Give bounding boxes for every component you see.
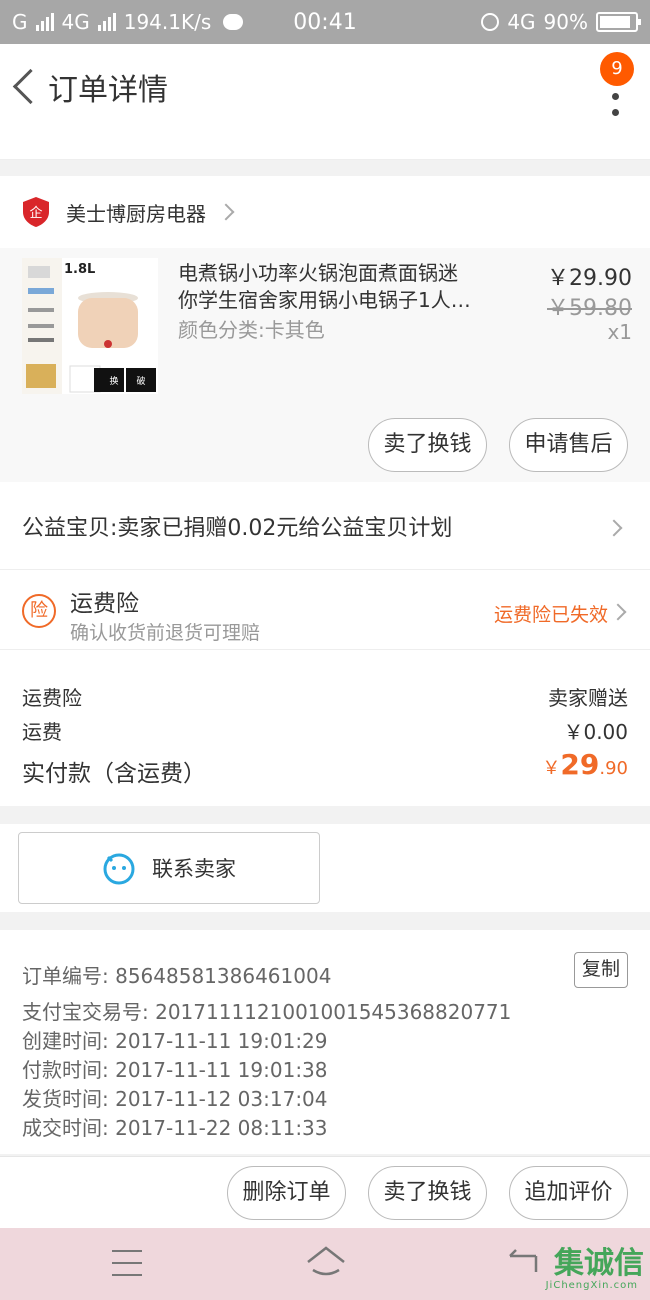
fee-row-total: 实付款（含运费） ￥29.90 <box>22 748 628 788</box>
product-sku: 颜色分类:卡其色 <box>178 318 325 342</box>
back-nav-icon[interactable] <box>506 1248 542 1278</box>
product-quantity: x1 <box>607 320 632 344</box>
paid-time: 付款时间: 2017-11-11 19:01:38 <box>22 1058 328 1082</box>
order-info: 订单编号: 85648581386461004 复制 支付宝交易号: 20171… <box>0 930 650 1154</box>
fee-label: 运费险 <box>22 686 82 710</box>
shop-name: 美士博厨房电器 <box>66 201 206 226</box>
home-icon[interactable] <box>305 1244 347 1280</box>
top-nav: 订单详情 9 <box>0 44 650 130</box>
delete-order-button[interactable]: 删除订单 <box>227 1166 346 1220</box>
chat-icon <box>223 14 244 30</box>
fee-row-insurance: 运费险 卖家赠送 <box>22 682 628 711</box>
contact-seller-label: 联系卖家 <box>152 857 236 881</box>
contact-section: 联系卖家 <box>0 824 650 912</box>
order-item[interactable]: 换 破 1.8L 电煮锅小功率火锅泡面煮面锅迷 你学生宿舍家用锅小电锅子1人… … <box>0 248 650 482</box>
chevron-right-icon <box>605 519 623 537</box>
watermark-domain: JiChengXin.com <box>545 1280 638 1291</box>
insurance-icon: 险 <box>22 594 56 628</box>
product-original-price: ￥59.80 <box>547 296 632 321</box>
shop-header[interactable]: 企 美士博厨房电器 <box>0 176 650 248</box>
product-thumbnail[interactable]: 换 破 1.8L <box>22 258 158 394</box>
insurance-status: 运费险已失效 <box>493 604 608 626</box>
total-currency: ￥ <box>542 758 561 779</box>
copy-button[interactable]: 复制 <box>574 952 628 988</box>
alipay-number: 支付宝交易号: 2017111121001001545368820771 <box>22 1000 512 1024</box>
order-number: 订单编号: 85648581386461004 <box>22 964 332 988</box>
created-time: 创建时间: 2017-11-11 19:01:29 <box>22 1029 328 1053</box>
watermark-logo: 集诚信 <box>554 1246 644 1281</box>
carrier-label: G <box>12 10 28 34</box>
after-sale-button[interactable]: 申请售后 <box>509 418 628 472</box>
contact-seller-button[interactable]: 联系卖家 <box>18 832 320 904</box>
total-decimal: .90 <box>599 758 628 779</box>
svg-text:企: 企 <box>29 205 42 221</box>
fee-value: 卖家赠送 <box>548 686 628 710</box>
page-title: 订单详情 <box>48 73 168 108</box>
insurance-title: 运费险 <box>70 591 139 617</box>
fee-label: 运费 <box>22 720 62 744</box>
chevron-right-icon <box>609 603 627 621</box>
total-amount: ￥29.90 <box>542 748 628 781</box>
shipped-time: 发货时间: 2017-11-12 03:17:04 <box>22 1087 328 1111</box>
fee-value: ￥0.00 <box>563 720 628 744</box>
status-bar: G 4G 194.1K/s 00:41 4G 90% <box>0 0 650 44</box>
chevron-right-icon <box>217 203 235 221</box>
bottom-action-bar: 删除订单 卖了换钱 追加评价 <box>0 1156 650 1228</box>
signal-icon-2 <box>97 13 116 31</box>
chat-bubble-icon <box>102 851 136 885</box>
shop-badge-icon: 企 <box>22 196 50 228</box>
product-price: ￥29.90 <box>547 266 632 291</box>
scrolled-address-strip <box>0 130 650 160</box>
svg-text:换: 换 <box>109 375 118 387</box>
notification-badge: 9 <box>600 52 634 86</box>
sell-button-bottom[interactable]: 卖了换钱 <box>368 1166 487 1220</box>
battery-icon <box>596 12 641 32</box>
product-title-line: 电煮锅小功率火锅泡面煮面锅迷 <box>178 261 458 285</box>
system-nav-bar: 集诚信 JiChengXin.com <box>0 1228 650 1300</box>
shipping-insurance-row[interactable]: 险 运费险 确认收货前退货可理赔 运费险已失效 <box>0 570 650 650</box>
network-label: 4G <box>61 10 90 34</box>
thumb-caption: 1.8L <box>64 262 96 277</box>
charity-text: 公益宝贝:卖家已捐赠0.02元给公益宝贝计划 <box>22 515 453 541</box>
completed-time: 成交时间: 2017-11-22 08:11:33 <box>22 1116 328 1140</box>
back-icon[interactable] <box>4 44 48 130</box>
net-speed: 194.1K/s <box>123 10 212 34</box>
sell-button[interactable]: 卖了换钱 <box>368 418 487 472</box>
svg-text:破: 破 <box>136 375 145 387</box>
signal-icon <box>35 13 54 31</box>
fee-row-shipping: 运费 ￥0.00 <box>22 716 628 745</box>
product-title[interactable]: 电煮锅小功率火锅泡面煮面锅迷 你学生宿舍家用锅小电锅子1人… <box>178 260 508 314</box>
fee-summary: 运费险 卖家赠送 运费 ￥0.00 实付款（含运费） ￥29.90 <box>0 650 650 806</box>
menu-icon[interactable] <box>112 1250 142 1276</box>
total-integer: 29 <box>560 748 600 781</box>
battery-percent: 90% <box>543 10 588 34</box>
product-title-line: 你学生宿舍家用锅小电锅子1人… <box>178 288 471 312</box>
add-review-button[interactable]: 追加评价 <box>509 1166 628 1220</box>
alarm-icon <box>481 13 500 31</box>
insurance-subtitle: 确认收货前退货可理赔 <box>70 622 261 644</box>
network-label-2: 4G <box>507 10 536 34</box>
charity-row[interactable]: 公益宝贝:卖家已捐赠0.02元给公益宝贝计划 <box>0 482 650 570</box>
total-label: 实付款（含运费） <box>22 761 206 787</box>
